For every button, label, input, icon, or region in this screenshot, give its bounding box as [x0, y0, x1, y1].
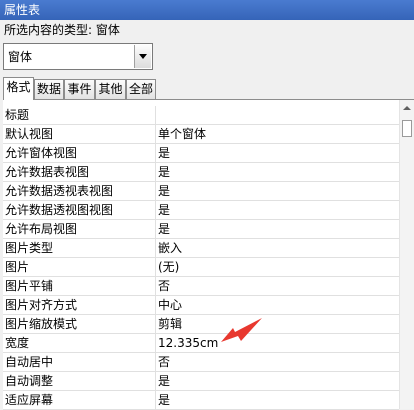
- property-value[interactable]: 是: [158, 201, 170, 219]
- property-value[interactable]: 是: [158, 391, 170, 409]
- scroll-thumb[interactable]: [402, 120, 412, 137]
- property-row-allow-pivotchart-view[interactable]: 允许数据透视图视图是: [3, 201, 399, 220]
- tab-all[interactable]: 全部: [126, 79, 156, 99]
- property-value[interactable]: 嵌入: [158, 239, 182, 257]
- window-title: 属性表: [4, 3, 41, 17]
- property-row-fit-to-screen[interactable]: 适应屏幕是: [3, 391, 399, 410]
- property-row-picture[interactable]: 图片 (无): [3, 258, 399, 277]
- property-name: 图片缩放模式: [3, 315, 156, 333]
- property-value[interactable]: 否: [158, 353, 170, 371]
- property-row-allow-form-view[interactable]: 允许窗体视图是: [3, 144, 399, 163]
- tab-event[interactable]: 事件: [64, 79, 95, 99]
- property-row-allow-layout-view[interactable]: 允许布局视图是: [3, 220, 399, 239]
- property-row-auto-center[interactable]: 自动居中否: [3, 353, 399, 372]
- property-name: 允许窗体视图: [3, 144, 156, 162]
- property-name: 默认视图: [3, 125, 156, 143]
- arrow-up-icon[interactable]: [400, 100, 414, 116]
- tab-other[interactable]: 其他: [95, 79, 126, 99]
- property-name: 宽度: [3, 334, 156, 352]
- property-grid: 标题 默认视图 单个窗体 允许窗体视图是 允许数据表视图是 允许数据透视表视图是 …: [3, 106, 399, 410]
- selection-type-label: 所选内容的类型: 窗体: [4, 23, 120, 37]
- property-row-allow-datasheet-view[interactable]: 允许数据表视图是: [3, 163, 399, 182]
- property-row-width[interactable]: 宽度 12.335cm: [3, 334, 399, 353]
- property-name: 图片平铺: [3, 277, 156, 295]
- property-name: 适应屏幕: [3, 391, 156, 409]
- property-value[interactable]: 否: [158, 277, 170, 295]
- property-name: 允许数据表视图: [3, 163, 156, 181]
- property-name: 自动居中: [3, 353, 156, 371]
- property-name: 允许布局视图: [3, 220, 156, 238]
- chevron-down-icon[interactable]: [134, 45, 151, 68]
- property-name: 图片对齐方式: [3, 296, 156, 314]
- window-title-bar: 属性表: [0, 0, 414, 20]
- property-row-title[interactable]: 标题: [3, 106, 399, 125]
- object-selector[interactable]: 窗体: [3, 43, 153, 70]
- property-value[interactable]: 是: [158, 372, 170, 390]
- property-value[interactable]: 是: [158, 163, 170, 181]
- property-row-default-view[interactable]: 默认视图 单个窗体: [3, 125, 399, 144]
- property-panel: 标题 默认视图 单个窗体 允许窗体视图是 允许数据表视图是 允许数据透视表视图是 …: [3, 99, 414, 410]
- property-row-picture-size-mode[interactable]: 图片缩放模式 剪辑: [3, 315, 399, 334]
- property-row-auto-resize[interactable]: 自动调整是: [3, 372, 399, 391]
- property-row-picture-type[interactable]: 图片类型 嵌入: [3, 239, 399, 258]
- vertical-scrollbar[interactable]: [399, 100, 414, 409]
- tab-data[interactable]: 数据: [34, 79, 64, 99]
- tab-format[interactable]: 格式: [3, 77, 34, 100]
- property-value[interactable]: 剪辑: [158, 315, 182, 333]
- property-value[interactable]: 是: [158, 144, 170, 162]
- property-name: 自动调整: [3, 372, 156, 390]
- property-name: 图片类型: [3, 239, 156, 257]
- property-value[interactable]: (无): [158, 258, 179, 276]
- property-row-picture-tiling[interactable]: 图片平铺否: [3, 277, 399, 296]
- property-name: 允许数据透视表视图: [3, 182, 156, 200]
- property-name: 标题: [3, 106, 156, 124]
- property-value[interactable]: 12.335cm: [158, 334, 218, 352]
- property-row-picture-alignment[interactable]: 图片对齐方式 中心: [3, 296, 399, 315]
- property-value[interactable]: 中心: [158, 296, 182, 314]
- property-value[interactable]: 单个窗体: [158, 125, 206, 143]
- property-name: 允许数据透视图视图: [3, 201, 156, 219]
- property-value[interactable]: 是: [158, 182, 170, 200]
- object-selector-value: 窗体: [8, 50, 33, 64]
- property-name: 图片: [3, 258, 156, 276]
- property-value[interactable]: 是: [158, 220, 170, 238]
- property-row-allow-pivottable-view[interactable]: 允许数据透视表视图是: [3, 182, 399, 201]
